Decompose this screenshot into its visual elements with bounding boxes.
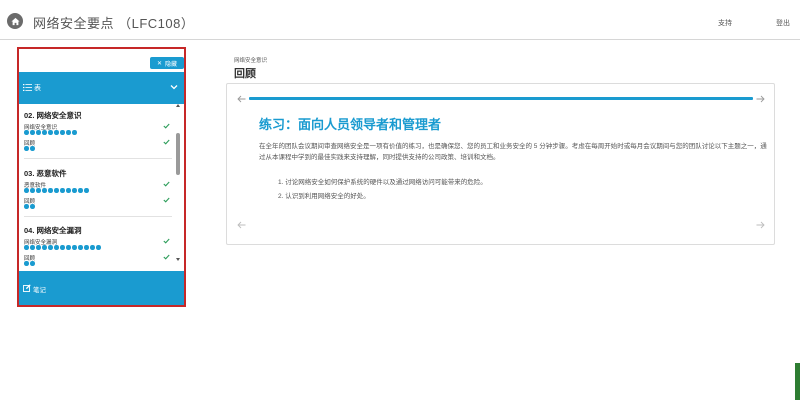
toc-label: 表 — [34, 85, 41, 92]
check-icon — [163, 254, 170, 260]
home-button[interactable] — [7, 13, 23, 29]
close-icon: ✕ — [156, 60, 162, 67]
progress-dot — [78, 188, 83, 193]
list-item: 1. 讨论网络安全如何保护系统的硬件以及通过网络访问可能带来的危险。 — [278, 179, 487, 186]
support-link[interactable]: 支持 — [718, 18, 732, 28]
scroll-down-arrow[interactable] — [176, 258, 180, 261]
scroll-thumb[interactable] — [176, 133, 180, 175]
progress-dot — [24, 130, 29, 135]
lesson-progress-dots — [24, 146, 35, 151]
section-title[interactable]: 04. 网络安全漏洞 — [24, 225, 82, 236]
progress-dot — [24, 188, 29, 193]
course-title: 网络安全要点 （LFC108） — [33, 16, 195, 31]
section-title[interactable]: 03. 恶意软件 — [24, 168, 67, 179]
progress-dot — [48, 188, 53, 193]
lesson-item[interactable]: 网络安全意识 — [24, 123, 174, 139]
chevron-down-icon — [170, 85, 178, 90]
progress-dot — [36, 245, 41, 250]
progress-dot — [36, 130, 41, 135]
progress-dot — [24, 146, 29, 151]
lesson-progress-dots — [24, 188, 89, 193]
lesson-progress-dots — [24, 261, 35, 266]
next-slide-arrow-icon[interactable] — [756, 221, 765, 229]
progress-dot — [54, 245, 59, 250]
progress-dot — [48, 245, 53, 250]
hide-button-label: 隐藏 — [165, 61, 178, 68]
progress-dot — [66, 130, 71, 135]
progress-dot — [72, 130, 77, 135]
progress-dot — [66, 188, 71, 193]
list-item: 2. 认识到利用网络安全的好处。 — [278, 193, 370, 200]
progress-dot — [30, 130, 35, 135]
progress-dot — [30, 261, 35, 266]
lesson-item[interactable]: 回顾 — [24, 254, 174, 269]
progress-dot — [90, 245, 95, 250]
notes-toggle[interactable]: 笔记 — [19, 271, 184, 305]
exercise-card: 练习：面向人员领导者和管理者 在全年的团队会议期间审查网络安全是一项有价值的练习… — [226, 83, 775, 245]
progress-dot — [72, 188, 77, 193]
section-divider — [24, 158, 172, 159]
progress-dot — [42, 188, 47, 193]
progress-dot — [24, 204, 29, 209]
exercise-list: 1. 讨论网络安全如何保护系统的硬件以及通过网络访问可能带来的危险。 2. 认识… — [278, 176, 487, 204]
hide-sidebar-button[interactable]: ✕ 隐藏 — [150, 57, 184, 69]
check-icon — [163, 181, 170, 187]
progress-dot — [72, 245, 77, 250]
breadcrumb: 网络安全意识 — [234, 58, 268, 64]
lesson-item[interactable]: 恶意软件 — [24, 181, 174, 197]
check-icon — [163, 197, 170, 203]
slide-progress-bar — [249, 97, 753, 100]
progress-dot — [84, 188, 89, 193]
table-of-contents-toggle[interactable]: 表 — [19, 72, 184, 104]
progress-dot — [42, 130, 47, 135]
progress-dot — [60, 245, 65, 250]
top-bar: 网络安全要点 （LFC108） 支持 登出 — [0, 0, 800, 40]
check-icon — [163, 238, 170, 244]
page-title: 回顾 — [234, 68, 256, 80]
arrow-right-icon[interactable] — [756, 95, 765, 103]
lesson-progress-dots — [24, 130, 77, 135]
progress-dot — [48, 130, 53, 135]
lesson-progress-dots — [24, 245, 101, 250]
lesson-item[interactable]: 回顾 — [24, 197, 174, 213]
lesson-progress-dots — [24, 204, 35, 209]
progress-dot — [54, 130, 59, 135]
exercise-body: 在全年的团队会议期间审查网络安全是一项有价值的练习，也是确保您、您的员工和业务安… — [259, 143, 767, 161]
edge-strip — [795, 363, 800, 400]
logout-link[interactable]: 登出 — [776, 18, 790, 28]
progress-dot — [42, 245, 47, 250]
progress-dot — [96, 245, 101, 250]
scroll-up-arrow[interactable] — [176, 104, 180, 107]
progress-dot — [30, 188, 35, 193]
progress-dot — [24, 245, 29, 250]
section-divider — [24, 216, 172, 217]
exercise-heading: 练习：面向人员领导者和管理者 — [259, 117, 442, 132]
progress-dot — [24, 261, 29, 266]
course-sidebar: ✕ 隐藏 表 02. 网络安全意识 网络安全意识 回顾 03. 恶意软件 恶意软… — [17, 47, 186, 307]
progress-dot — [30, 204, 35, 209]
progress-dot — [54, 188, 59, 193]
arrow-left-icon[interactable] — [237, 95, 246, 103]
progress-dot — [66, 245, 71, 250]
edit-icon — [23, 284, 31, 292]
check-icon — [163, 139, 170, 145]
progress-dot — [60, 188, 65, 193]
toc-scrollbar[interactable] — [174, 104, 182, 269]
check-icon — [163, 123, 170, 129]
progress-dot — [84, 245, 89, 250]
home-icon — [10, 17, 20, 25]
toc-list: 02. 网络安全意识 网络安全意识 回顾 03. 恶意软件 恶意软件 回顾 04… — [19, 104, 184, 269]
prev-slide-arrow-icon[interactable] — [237, 221, 246, 229]
lesson-item[interactable]: 回顾 — [24, 139, 174, 155]
progress-dot — [30, 146, 35, 151]
progress-dot — [60, 130, 65, 135]
section-title[interactable]: 02. 网络安全意识 — [24, 110, 82, 121]
progress-dot — [30, 245, 35, 250]
lesson-item[interactable]: 网络安全漏洞 — [24, 238, 174, 254]
progress-dot — [78, 245, 83, 250]
list-icon — [23, 84, 32, 91]
progress-dot — [36, 188, 41, 193]
notes-label: 笔记 — [33, 287, 46, 294]
